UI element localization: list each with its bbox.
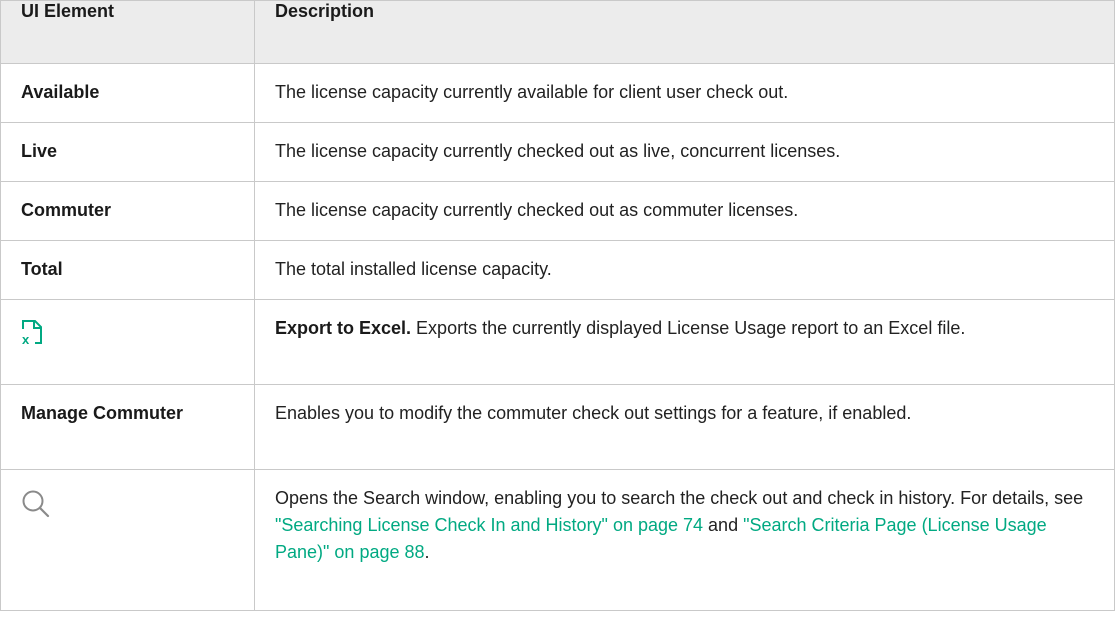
description-text: Exports the currently displayed License …: [411, 318, 966, 338]
search-icon: [21, 489, 51, 527]
ui-element-name: Commuter: [0, 181, 255, 241]
ui-element-description: The license capacity currently available…: [254, 63, 1115, 123]
table-row: Commuter The license capacity currently …: [0, 181, 1115, 241]
table-row: Opens the Search window, enabling you to…: [0, 469, 1115, 611]
description-text: and: [703, 515, 744, 535]
ui-element-description: The license capacity currently checked o…: [254, 122, 1115, 182]
ui-element-name: Total: [0, 240, 255, 300]
ui-element-icon-cell: x: [0, 299, 255, 385]
ui-element-name: Available: [0, 63, 255, 123]
ui-element-description: The total installed license capacity.: [254, 240, 1115, 300]
header-ui-element: UI Element: [0, 0, 255, 64]
link-searching-license-check-in[interactable]: "Searching License Check In and History"…: [275, 515, 703, 535]
ui-element-description: Enables you to modify the commuter check…: [254, 384, 1115, 470]
table-row: Live The license capacity currently chec…: [0, 122, 1115, 182]
ui-element-icon-cell: [0, 469, 255, 611]
ui-element-description: The license capacity currently checked o…: [254, 181, 1115, 241]
description-bold-label: Export to Excel.: [275, 318, 412, 338]
ui-element-name: Live: [0, 122, 255, 182]
table-header-row: UI Element Description: [0, 0, 1115, 64]
export-to-excel-icon: x: [21, 319, 43, 353]
ui-element-description: Export to Excel. Exports the currently d…: [254, 299, 1115, 385]
ui-element-description: Opens the Search window, enabling you to…: [254, 469, 1115, 611]
table-row: Manage Commuter Enables you to modify th…: [0, 384, 1115, 470]
table-row: Total The total installed license capaci…: [0, 240, 1115, 300]
ui-element-table: UI Element Description Available The lic…: [0, 0, 1115, 611]
header-description: Description: [254, 0, 1115, 64]
ui-element-name: Manage Commuter: [0, 384, 255, 470]
description-text: .: [424, 542, 430, 562]
table-row: x Export to Excel. Exports the currently…: [0, 299, 1115, 385]
svg-text:x: x: [22, 332, 30, 345]
table-row: Available The license capacity currently…: [0, 63, 1115, 123]
description-text: Opens the Search window, enabling you to…: [275, 488, 1084, 508]
